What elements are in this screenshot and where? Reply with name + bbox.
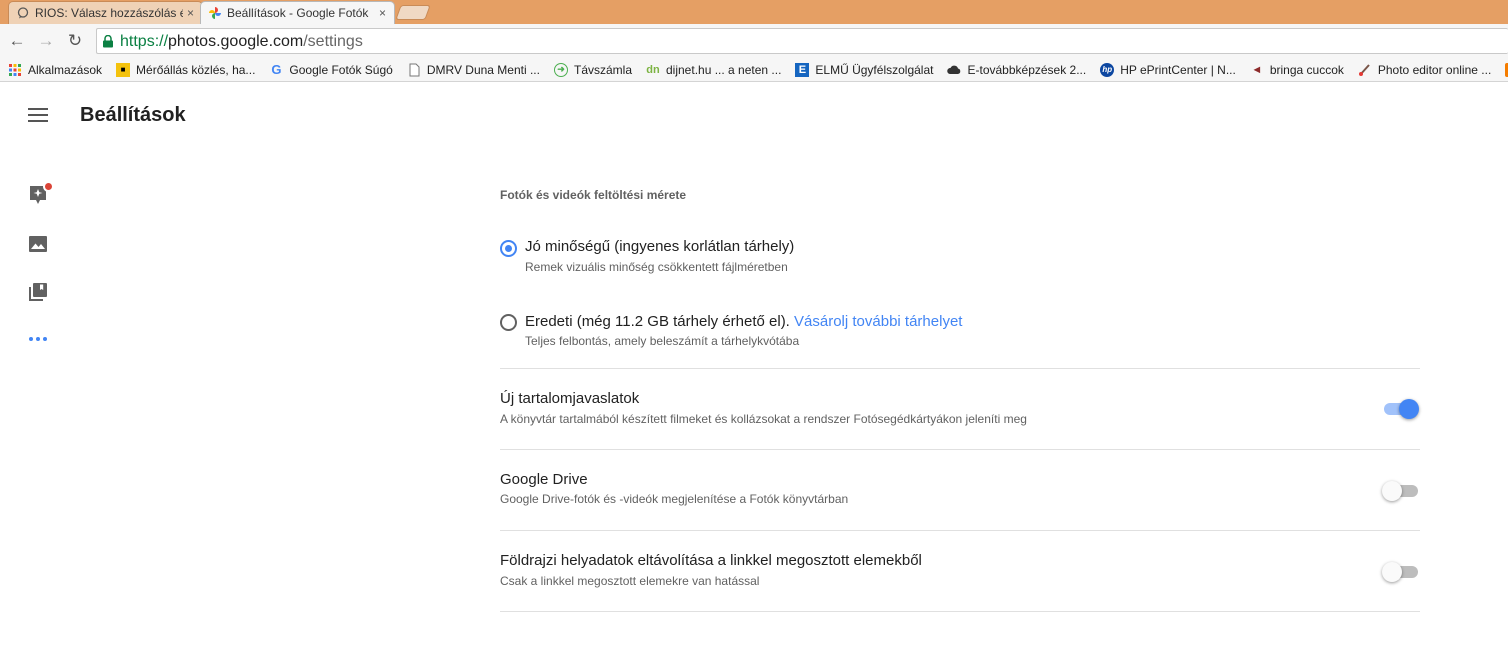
hp-icon: hp: [1100, 62, 1115, 77]
bookmark-google-fotok-sugo[interactable]: G Google Fotók Súgó: [269, 62, 392, 77]
toggle-google-drive[interactable]: [1382, 481, 1418, 501]
tab-close-icon[interactable]: ×: [187, 6, 194, 20]
option-high-quality-title: Jó minőségű (ingyenes korlátlan tárhely): [525, 238, 795, 255]
dijnet-icon: dn: [646, 63, 660, 76]
photos-icon[interactable]: [27, 233, 49, 255]
chat-bubble-icon: [17, 7, 29, 19]
tab-strip: RIOS: Válasz hozzászólás é × Beállítások…: [0, 0, 1508, 24]
bookmark-apps[interactable]: Alkalmazások: [8, 63, 102, 77]
browser-tab-settings[interactable]: Beállítások - Google Fotók ×: [200, 1, 395, 24]
bookmark-bringa[interactable]: ◄ bringa cuccok: [1250, 63, 1344, 77]
tab-close-icon[interactable]: ×: [379, 6, 386, 20]
buy-storage-link[interactable]: Vásárolj további tárhelyet: [794, 313, 962, 330]
bookmark-hp-eprint[interactable]: hp HP ePrintCenter | N...: [1100, 62, 1236, 77]
divider: [500, 611, 1420, 612]
divider: [500, 530, 1420, 531]
forward-arrow-icon[interactable]: →: [37, 32, 55, 50]
apps-grid-icon: [9, 63, 21, 76]
page-title: Beállítások: [80, 104, 186, 126]
setting-remove-geo-subtitle: Csak a linkkel megosztott elemekre van h…: [500, 574, 760, 588]
setting-google-drive-title: Google Drive: [500, 471, 588, 488]
bookmark-photo-editor[interactable]: Photo editor online ...: [1358, 63, 1491, 77]
cloud-icon: [947, 65, 961, 74]
browser-toolbar: ← → ↻ https://photos.google.com/settings: [0, 24, 1508, 58]
bookmark-tavszamla[interactable]: ➜ Távszámla: [553, 62, 632, 77]
bookmark-elmu[interactable]: E ELMŰ Ügyfélszolgálat: [795, 62, 933, 77]
option-original-subtitle: Teljes felbontás, amely beleszámít a tár…: [525, 334, 800, 348]
notification-badge: [43, 181, 54, 192]
url-text: https://photos.google.com/settings: [120, 33, 363, 50]
google-g-icon: G: [271, 62, 282, 77]
albums-icon[interactable]: [27, 281, 49, 303]
bookmark-dmrv[interactable]: DMRV Duna Menti ...: [407, 63, 540, 77]
setting-remove-geo-title: Földrajzi helyadatok eltávolítása a link…: [500, 552, 922, 569]
divider: [500, 449, 1420, 450]
option-original-title: Eredeti (még 11.2 GB tárhely érhető el).…: [525, 313, 963, 330]
bookmark-meroallas[interactable]: ■ Mérőállás közlés, ha...: [116, 62, 255, 77]
toggle-remove-geo[interactable]: [1382, 562, 1418, 582]
option-high-quality-subtitle: Remek vizuális minőség csökkentett fájlm…: [525, 260, 788, 274]
elmu-icon: E: [795, 62, 810, 77]
tab-label: RIOS: Válasz hozzászólás é: [35, 6, 183, 20]
toggle-suggestions[interactable]: [1382, 399, 1419, 419]
meter-icon: ■: [116, 62, 131, 77]
lock-icon: [103, 35, 113, 48]
more-options-icon[interactable]: [29, 337, 47, 343]
google-photos-icon: [209, 7, 221, 19]
bookmarks-bar: Alkalmazások ■ Mérőállás közlés, ha... G…: [0, 58, 1508, 82]
bookmark-dijnet[interactable]: dn dijnet.hu ... a neten ...: [646, 63, 781, 77]
setting-google-drive-subtitle: Google Drive-fotók és -videók megjelenít…: [500, 492, 849, 506]
upload-size-heading: Fotók és videók feltöltési mérete: [500, 188, 687, 202]
address-bar[interactable]: https://photos.google.com/settings: [96, 28, 1508, 54]
radio-high-quality[interactable]: [500, 240, 517, 257]
setting-suggestions-subtitle: A könyvtár tartalmából készített filmeke…: [500, 412, 1027, 426]
green-arrow-icon: ➜: [553, 62, 568, 77]
new-tab-button[interactable]: [395, 5, 431, 20]
browser-tab-rios[interactable]: RIOS: Válasz hozzászólás é ×: [8, 1, 203, 24]
divider: [500, 368, 1420, 369]
radio-original[interactable]: [500, 314, 517, 331]
bookmark-e-tovabbkepzesek[interactable]: E-továbbképzések 2...: [947, 63, 1086, 77]
hamburger-menu-icon[interactable]: [28, 108, 48, 124]
bike-icon: ◄: [1251, 63, 1263, 76]
setting-suggestions-title: Új tartalomjavaslatok: [500, 390, 640, 407]
reload-icon[interactable]: ↻: [66, 32, 84, 50]
tab-label: Beállítások - Google Fotók: [227, 6, 369, 20]
brush-icon: [1358, 63, 1370, 76]
back-arrow-icon[interactable]: ←: [8, 32, 26, 50]
page-icon: [409, 63, 420, 76]
